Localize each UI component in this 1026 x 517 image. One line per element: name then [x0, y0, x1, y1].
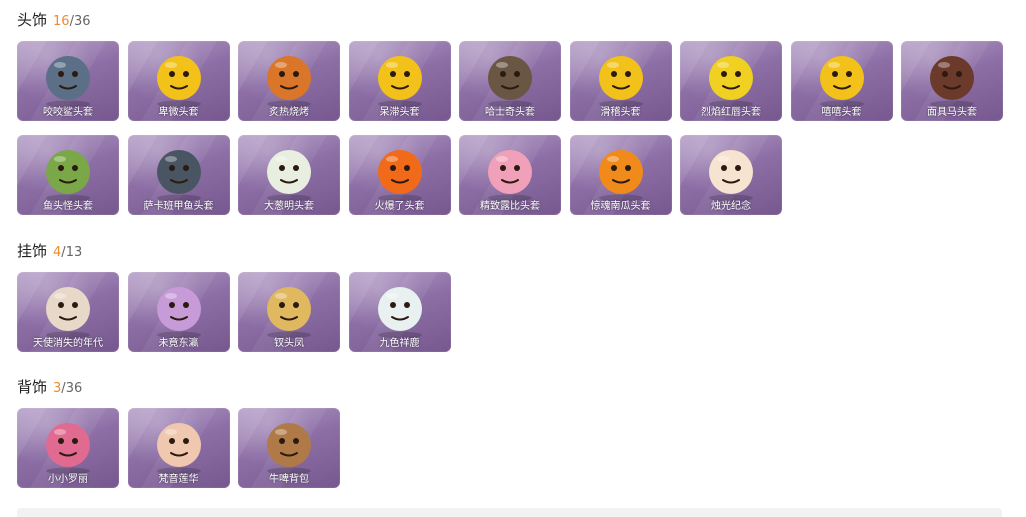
item-label: 面具马头套	[927, 107, 977, 118]
section-back: 背饰 3 / 36 小小罗丽 梵音莲华 牛啤背包	[17, 376, 1003, 488]
item-label: 天使消失的年代	[33, 338, 103, 349]
item-card[interactable]: 梵音莲华	[127, 408, 230, 488]
item-card[interactable]: 哈士奇头套	[459, 41, 561, 121]
item-label: 萨卡班甲鱼头套	[143, 201, 214, 212]
item-card[interactable]: 咬咬鲨头套	[17, 41, 119, 121]
section-hanging: 挂饰 4 / 13 天使消失的年代 未竟东瀛 钗头凤 九色祥鹿	[17, 240, 1003, 352]
section-title-hanging: 挂饰 4 / 13	[17, 240, 1003, 262]
nine-color-deer-icon	[377, 287, 422, 339]
fire-head-icon	[377, 150, 422, 202]
item-card[interactable]: 九色祥鹿	[348, 272, 451, 352]
sacabambaspis-head-icon	[156, 150, 201, 202]
grin-emoji-head-icon	[819, 56, 864, 108]
section-name: 头饰	[17, 11, 48, 29]
item-label: 哈士奇头套	[485, 107, 535, 118]
item-card[interactable]: 精致露比头套	[459, 135, 561, 215]
item-label: 火爆了头套	[374, 201, 425, 212]
item-label: 卑微头套	[158, 107, 199, 118]
item-card[interactable]: 牛啤背包	[238, 408, 340, 488]
cow-beer-backpack-icon	[267, 423, 311, 475]
item-card[interactable]: 火爆了头套	[348, 135, 451, 215]
item-card[interactable]: 烛光纪念	[680, 135, 782, 215]
item-grid: 小小罗丽 梵音莲华 牛啤背包	[17, 408, 1003, 488]
item-label: 惊魂南瓜头套	[590, 201, 651, 212]
item-label: 未竟东瀛	[158, 338, 199, 349]
item-label: 烈焰红唇头套	[701, 107, 761, 118]
total-count: 36	[73, 14, 91, 29]
item-label: 大葱明头套	[264, 201, 314, 212]
dazed-emoji-head-icon	[377, 56, 422, 108]
shark-head-icon	[46, 56, 90, 108]
section-title-back: 背饰 3 / 36	[17, 376, 1003, 398]
green-onion-head-icon	[267, 150, 311, 202]
item-grid: 天使消失的年代 未竟东瀛 钗头凤 九色祥鹿	[17, 272, 1003, 352]
item-card[interactable]: 炙热烧烤	[238, 41, 340, 121]
item-card[interactable]: 大葱明头套	[238, 135, 340, 215]
item-card[interactable]: 鱼头怪头套	[17, 135, 119, 215]
item-label: 鱼头怪头套	[43, 201, 93, 212]
item-label: 钗头凤	[274, 338, 304, 349]
item-card[interactable]: 嘻嘻头套	[790, 41, 893, 121]
item-label: 精致露比头套	[480, 201, 540, 212]
owned-count: 3	[53, 381, 62, 396]
item-grid: 咬咬鲨头套 卑微头套 炙热烧烤 呆滞头套 哈士奇头套 滑稽头套 烈焰红唇头套 嘻嘻头套 面具马头…	[17, 41, 1003, 215]
item-label: 嘻嘻头套	[821, 107, 862, 118]
item-label: 九色祥鹿	[379, 338, 420, 349]
item-card[interactable]: 天使消失的年代	[17, 272, 119, 352]
section-name: 背饰	[17, 378, 48, 396]
item-card[interactable]: 钗头凤	[238, 272, 340, 352]
horse-head-icon	[930, 56, 974, 108]
item-card[interactable]: 面具马头套	[901, 41, 1003, 121]
item-card[interactable]: 烈焰红唇头套	[680, 41, 782, 121]
item-card[interactable]: 滑稽头套	[569, 41, 672, 121]
item-label: 牛啤背包	[269, 474, 309, 485]
pink-pig-head-icon	[488, 150, 532, 202]
item-label: 咬咬鲨头套	[43, 107, 93, 118]
phoenix-crown-doll-icon	[267, 287, 311, 339]
section-headwear: 头饰 16 / 36 咬咬鲨头套 卑微头套 炙热烧烤 呆滞头套 哈士奇头套 滑稽头套 烈焰红…	[17, 9, 1003, 215]
item-label: 小小罗丽	[48, 474, 88, 485]
item-card[interactable]: 小小罗丽	[17, 408, 119, 488]
bottom-panel-edge	[17, 508, 1002, 517]
item-card[interactable]: 呆滞头套	[348, 41, 451, 121]
sad-emoji-head-icon	[156, 56, 201, 108]
section-title-headwear: 头饰 16 / 36	[17, 9, 1003, 31]
husky-dog-head-icon	[488, 56, 532, 108]
bbq-meat-head-icon	[267, 56, 311, 108]
princess-doll-icon	[46, 423, 90, 475]
owned-count: 16	[53, 14, 70, 29]
pumpkin-head-icon	[598, 150, 643, 202]
lotus-girl-doll-icon	[156, 423, 201, 475]
item-card[interactable]: 惊魂南瓜头套	[569, 135, 672, 215]
section-name: 挂饰	[17, 242, 48, 260]
candle-head-icon	[709, 150, 753, 202]
total-count: 13	[65, 245, 83, 260]
fish-monster-head-icon	[46, 150, 90, 202]
item-label: 烛光纪念	[711, 201, 751, 212]
item-card[interactable]: 萨卡班甲鱼头套	[127, 135, 230, 215]
item-card[interactable]: 卑微头套	[127, 41, 230, 121]
item-label: 炙热烧烤	[269, 107, 309, 118]
item-label: 滑稽头套	[600, 107, 641, 118]
pikachu-head-icon	[709, 56, 753, 108]
funny-emoji-head-icon	[598, 56, 643, 108]
angel-doll-icon	[46, 287, 90, 339]
item-label: 梵音莲华	[158, 474, 199, 485]
owned-count: 4	[53, 245, 62, 260]
item-card[interactable]: 未竟东瀛	[127, 272, 230, 352]
total-count: 36	[65, 381, 83, 396]
item-label: 呆滞头套	[379, 107, 420, 118]
anime-girl-doll-icon	[156, 287, 201, 339]
